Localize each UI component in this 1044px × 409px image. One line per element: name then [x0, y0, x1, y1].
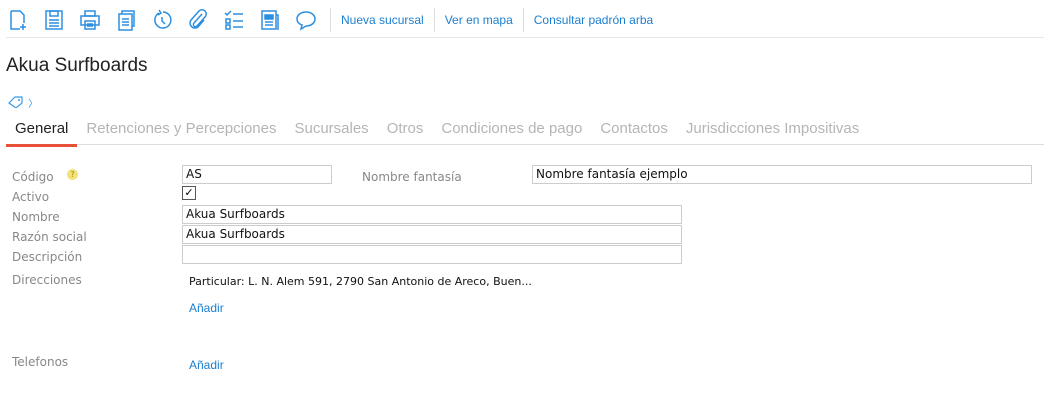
- toolbar: Nueva sucursal Ver en mapa Consultar pad…: [6, 6, 663, 34]
- telefonos-label: Telefonos: [12, 355, 69, 369]
- toolbar-divider: [433, 8, 435, 32]
- divider: [6, 37, 1044, 38]
- attach-icon[interactable]: [186, 8, 210, 32]
- tab-otros[interactable]: Otros: [378, 118, 433, 144]
- ver-en-mapa-link[interactable]: Ver en mapa: [445, 13, 513, 27]
- report-icon[interactable]: [258, 8, 282, 32]
- descripcion-label: Descripción: [12, 250, 83, 264]
- razon-social-label: Razón social: [12, 230, 87, 244]
- tab-bar: General Retenciones y Percepciones Sucur…: [6, 118, 1044, 147]
- nueva-sucursal-link[interactable]: Nueva sucursal: [341, 13, 424, 27]
- tab-condiciones-pago[interactable]: Condiciones de pago: [432, 118, 591, 144]
- descripcion-field[interactable]: [182, 245, 682, 264]
- print-icon[interactable]: [78, 8, 102, 32]
- tab-contactos[interactable]: Contactos: [591, 118, 677, 144]
- toolbar-divider: [330, 8, 331, 32]
- comment-icon[interactable]: [294, 8, 318, 32]
- consultar-padron-link[interactable]: Consultar padrón arba: [534, 13, 653, 27]
- checklist-icon[interactable]: [222, 8, 246, 32]
- tag-icon[interactable]: [8, 96, 24, 111]
- nombre-field[interactable]: Akua Surfboards: [182, 205, 682, 224]
- history-icon[interactable]: [150, 8, 174, 32]
- page-title: Akua Surfboards: [6, 55, 148, 76]
- tab-jurisdicciones[interactable]: Jurisdicciones Impositivas: [677, 118, 868, 144]
- tab-sucursales[interactable]: Sucursales: [285, 118, 377, 144]
- nombre-label: Nombre: [12, 210, 60, 224]
- direccion-item[interactable]: Particular: L. N. Alem 591, 2790 San Ant…: [189, 275, 532, 288]
- add-telefono-link[interactable]: Añadir: [189, 358, 224, 372]
- breadcrumb-separator: 〉: [28, 99, 39, 110]
- breadcrumb: 〉: [8, 95, 38, 111]
- help-icon[interactable]: ?: [67, 169, 78, 180]
- nombre-fantasia-label: Nombre fantasía: [362, 170, 462, 184]
- tab-retenciones[interactable]: Retenciones y Percepciones: [77, 118, 285, 144]
- copy-icon[interactable]: [114, 8, 138, 32]
- codigo-label: Código: [12, 170, 54, 184]
- activo-checkbox[interactable]: ✓: [182, 186, 196, 200]
- nombre-fantasia-field[interactable]: Nombre fantasía ejemplo: [532, 165, 1032, 184]
- codigo-field[interactable]: AS: [182, 165, 332, 184]
- new-document-icon[interactable]: [6, 8, 30, 32]
- direcciones-label: Direcciones: [12, 273, 82, 287]
- activo-label: Activo: [12, 190, 50, 204]
- save-icon[interactable]: [42, 8, 66, 32]
- toolbar-divider: [522, 8, 524, 32]
- add-direccion-link[interactable]: Añadir: [189, 301, 224, 315]
- razon-social-field[interactable]: Akua Surfboards: [182, 225, 682, 244]
- tab-general[interactable]: General: [6, 118, 78, 147]
